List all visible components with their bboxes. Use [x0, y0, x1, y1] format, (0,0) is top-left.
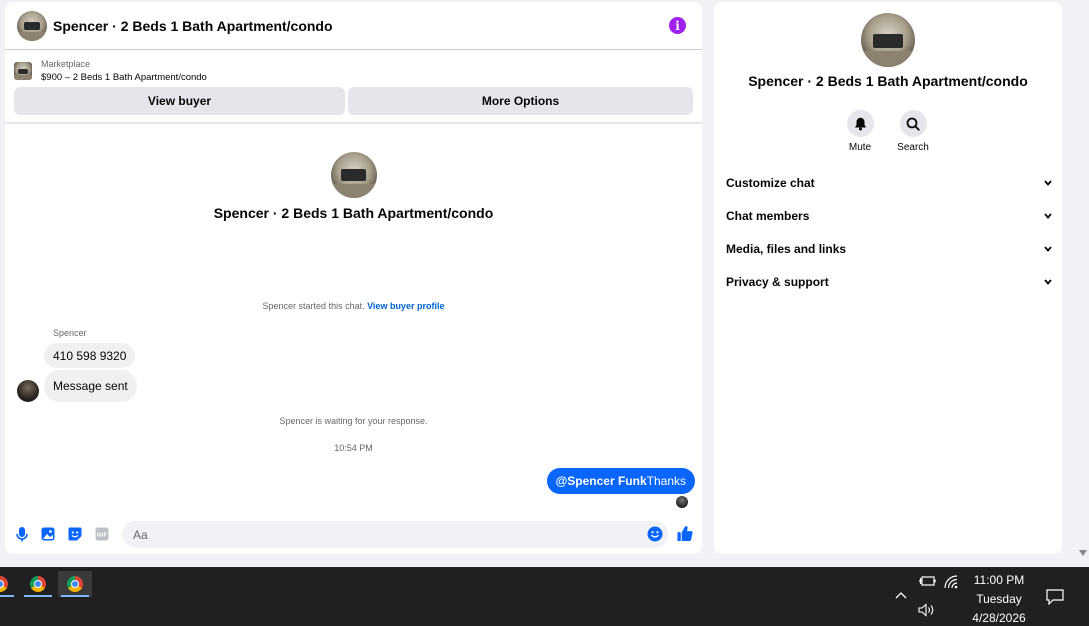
notification-icon[interactable]: [1046, 589, 1064, 610]
search-button[interactable]: Search: [888, 110, 938, 153]
listing-price-title: $900 – 2 Beds 1 Bath Apartment/condo: [41, 72, 207, 83]
taskbar-app-chrome[interactable]: [21, 571, 55, 597]
volume-icon[interactable]: [918, 603, 936, 617]
mute-button[interactable]: Mute: [835, 110, 885, 153]
search-icon: [899, 110, 927, 137]
emoji-icon[interactable]: [647, 526, 663, 542]
info-icon[interactable]: i: [669, 17, 686, 34]
chat-intro: Spencer · 2 Beds 1 Bath Apartment/condo: [5, 152, 702, 221]
info-title: Spencer · 2 Beds 1 Bath Apartment/condo: [748, 73, 1028, 89]
intro-avatar: [330, 152, 377, 198]
running-indicator: [24, 595, 52, 597]
chevron-up-icon[interactable]: [895, 591, 907, 599]
listing-avatar[interactable]: [17, 10, 47, 41]
listing-thumbnail: [14, 62, 32, 80]
windows-taskbar: 11:00 PM Tuesday 4/28/2026: [0, 567, 1089, 626]
clock-time: 11:00 PM: [973, 573, 1025, 587]
chat-header: Spencer · 2 Beds 1 Bath Apartment/condo …: [5, 2, 702, 50]
mute-label: Mute: [848, 142, 872, 153]
section-label: Privacy & support: [726, 275, 829, 289]
incoming-message[interactable]: 410 598 9320: [44, 343, 136, 368]
clock-date: 4/28/2026: [972, 611, 1026, 625]
photo-icon[interactable]: [40, 526, 56, 542]
chat-started-notice: Spencer started this chat. View buyer pr…: [5, 301, 702, 311]
outgoing-message[interactable]: @Spencer Funk Thanks: [546, 468, 695, 494]
clock-day: Tuesday: [976, 592, 1022, 606]
section-label: Chat members: [726, 209, 810, 223]
more-options-button[interactable]: More Options: [348, 87, 693, 115]
sticker-icon[interactable]: [67, 526, 83, 542]
marketplace-label: Marketplace: [41, 59, 91, 69]
chat-info-panel: Spencer · 2 Beds 1 Bath Apartment/condo …: [714, 2, 1062, 554]
svg-text:GIF: GIF: [97, 533, 108, 539]
section-label: Customize chat: [726, 176, 815, 190]
bell-icon: [846, 110, 874, 137]
system-clock[interactable]: 11:00 PM Tuesday 4/28/2026: [960, 571, 1038, 626]
search-label: Search: [897, 142, 929, 153]
section-media-files-links[interactable]: Media, files and links: [726, 239, 1052, 259]
sender-avatar[interactable]: [17, 380, 39, 402]
section-label: Media, files and links: [726, 242, 847, 256]
taskbar-app-chrome-active[interactable]: [58, 571, 92, 597]
view-buyer-button[interactable]: View buyer: [14, 87, 345, 115]
chat-panel: Spencer · 2 Beds 1 Bath Apartment/condo …: [5, 2, 702, 554]
chevron-down-icon: [1044, 180, 1052, 186]
chevron-down-icon: [1044, 246, 1052, 252]
thumbs-up-icon[interactable]: [677, 525, 693, 541]
mention[interactable]: @Spencer Funk: [556, 474, 647, 488]
scroll-down-arrow[interactable]: [1079, 550, 1087, 556]
intro-title: Spencer · 2 Beds 1 Bath Apartment/condo: [213, 205, 494, 221]
seen-indicator-avatar: [676, 496, 688, 508]
composer: GIF: [5, 518, 702, 550]
waiting-notice: Spencer is waiting for your response.: [279, 416, 428, 426]
taskbar-app-chrome[interactable]: [0, 571, 17, 597]
message-timestamp: 10:54 PM: [334, 443, 373, 453]
chrome-icon: [0, 576, 8, 592]
header-divider: [5, 122, 702, 124]
message-input[interactable]: [122, 521, 668, 548]
section-privacy-support[interactable]: Privacy & support: [726, 272, 1052, 292]
running-indicator: [0, 595, 14, 597]
listing-buttons: View buyer More Options: [14, 87, 693, 115]
gif-icon[interactable]: GIF: [94, 526, 110, 542]
section-customize-chat[interactable]: Customize chat: [726, 173, 1052, 193]
section-chat-members[interactable]: Chat members: [726, 206, 1052, 226]
chevron-down-icon: [1044, 279, 1052, 285]
outgoing-text: Thanks: [646, 474, 686, 488]
incoming-message[interactable]: Message sent: [44, 370, 137, 402]
microphone-icon[interactable]: [14, 526, 30, 542]
sender-name: Spencer: [53, 328, 87, 338]
started-text: Spencer started this chat.: [262, 301, 368, 311]
info-avatar: [861, 13, 915, 67]
wifi-icon[interactable]: [944, 575, 960, 589]
chat-title[interactable]: Spencer · 2 Beds 1 Bath Apartment/condo: [53, 18, 333, 34]
chrome-icon: [30, 576, 46, 592]
view-buyer-profile-link[interactable]: View buyer profile: [367, 301, 444, 311]
running-indicator: [61, 595, 89, 597]
marketplace-listing[interactable]: Marketplace $900 – 2 Beds 1 Bath Apartme…: [14, 57, 207, 85]
battery-icon[interactable]: [918, 575, 936, 587]
chrome-icon: [67, 576, 83, 592]
chevron-down-icon: [1044, 213, 1052, 219]
